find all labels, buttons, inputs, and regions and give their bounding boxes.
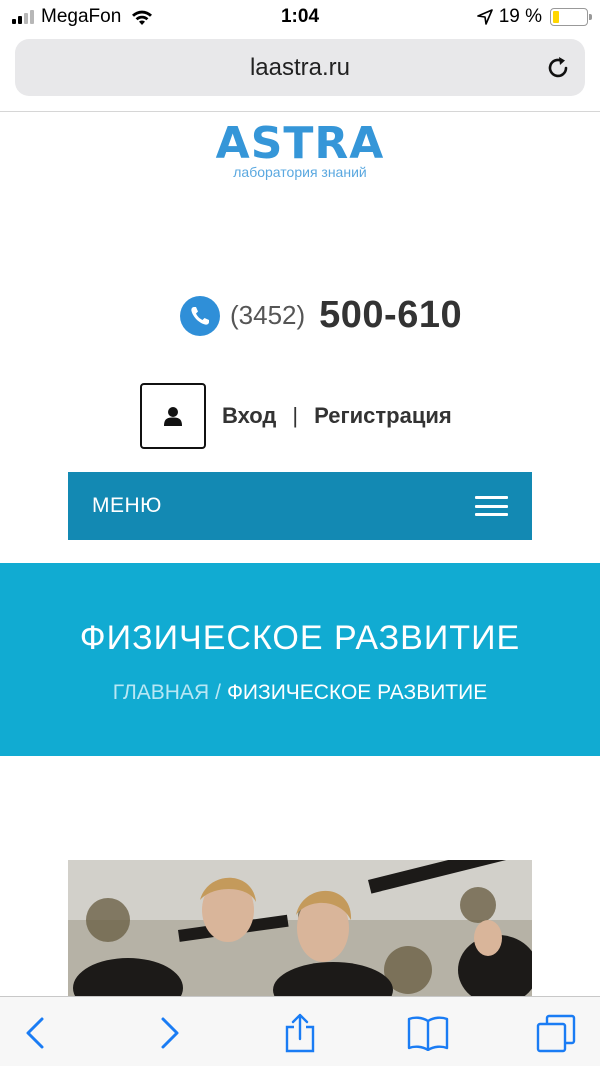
auth-separator: |	[292, 403, 299, 428]
breadcrumb-home[interactable]: ГЛАВНАЯ	[113, 681, 209, 704]
back-icon[interactable]	[15, 1013, 55, 1053]
share-icon[interactable]	[280, 1013, 320, 1053]
location-arrow-icon	[476, 9, 493, 25]
breadcrumb: ГЛАВНАЯ / ФИЗИЧЕСКОЕ РАЗВИТИЕ	[0, 681, 600, 705]
logo-text[interactable]: ASTRA	[0, 120, 600, 168]
breadcrumb-separator: /	[215, 681, 221, 704]
battery-fill	[553, 11, 560, 23]
battery-percent: 19 %	[498, 6, 542, 27]
browser-toolbar	[0, 996, 600, 1066]
phone-number[interactable]: 500-610	[319, 294, 462, 337]
phone-code: (3452)	[230, 300, 306, 330]
logo-tagline: лаборатория знаний	[233, 164, 367, 180]
status-bar: MegaFon 1:04 19 %	[0, 0, 600, 34]
status-right: 19 %	[476, 6, 592, 28]
address-bar[interactable]: laastra.ru	[15, 39, 585, 96]
menu-label[interactable]: МЕНЮ	[92, 494, 162, 518]
page-title: ФИЗИЧЕСКОЕ РАЗВИТИЕ	[79, 619, 521, 657]
phone-block[interactable]: (3452) 500-610	[180, 294, 462, 337]
url-text[interactable]: laastra.ru	[15, 54, 585, 82]
hamburger-icon[interactable]	[475, 496, 508, 516]
register-link[interactable]: Регистрация	[314, 403, 452, 429]
browser-divider	[0, 111, 600, 112]
user-button[interactable]	[140, 383, 206, 449]
forward-icon[interactable]	[150, 1013, 190, 1053]
reload-icon[interactable]	[543, 53, 573, 83]
hero-photo	[68, 860, 532, 1000]
login-link[interactable]: Вход	[222, 403, 276, 429]
user-icon	[164, 407, 182, 426]
auth-block: Вход | Регистрация	[140, 383, 452, 449]
site-logo[interactable]: ASTRA лаборатория знаний	[0, 120, 600, 181]
battery-icon	[550, 8, 592, 26]
tabs-icon[interactable]	[533, 1013, 579, 1053]
breadcrumb-current: ФИЗИЧЕСКОЕ РАЗВИТИЕ	[226, 681, 488, 704]
menu-bar[interactable]: МЕНЮ	[68, 472, 532, 540]
phone-icon	[180, 295, 220, 336]
children-dance-image	[68, 860, 532, 1000]
bookmarks-icon[interactable]	[405, 1013, 451, 1053]
page-banner: ФИЗИЧЕСКОЕ РАЗВИТИЕ ГЛАВНАЯ / ФИЗИЧЕСКОЕ Р…	[0, 563, 600, 756]
